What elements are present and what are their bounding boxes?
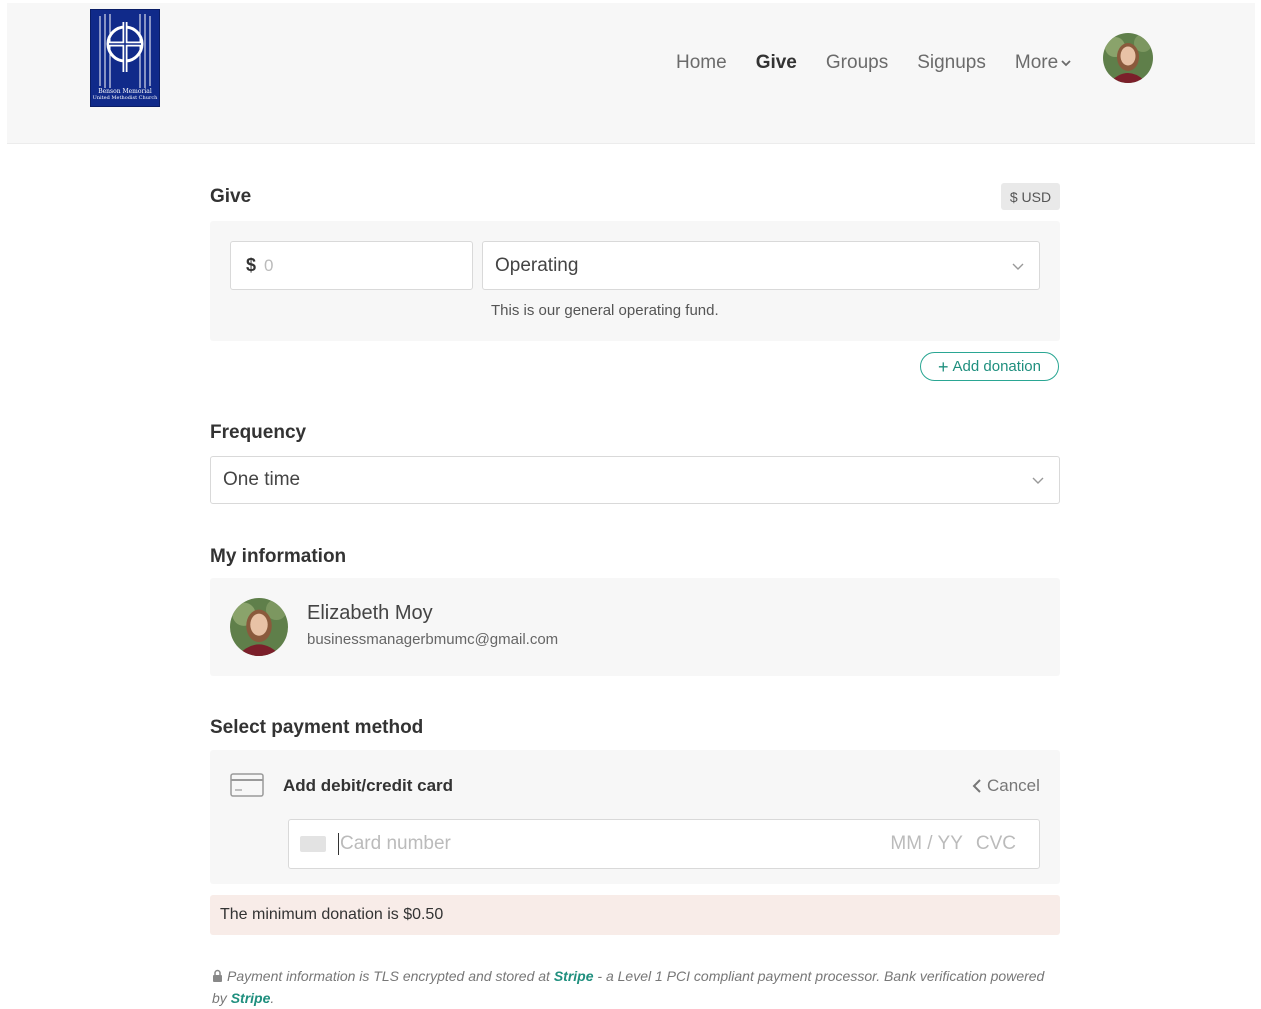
church-logo[interactable]: Benson Memorial United Methodist Church: [90, 9, 160, 107]
card-number-placeholder: Card number: [340, 833, 451, 854]
expiry-placeholder: MM / YY: [890, 833, 963, 854]
frequency-selected-value: One time: [223, 469, 301, 490]
currency-symbol: $: [246, 255, 257, 275]
nav-more[interactable]: More: [1015, 52, 1072, 74]
nav-groups[interactable]: Groups: [826, 52, 888, 74]
logo-name: Benson Memorial: [98, 88, 152, 95]
card-number-input[interactable]: Card number MM / YY CVC: [288, 819, 1040, 869]
nav-more-label: More: [1014, 52, 1059, 73]
security-note-text-3: .: [270, 990, 275, 1006]
frequency-select[interactable]: One time: [210, 456, 1060, 504]
cancel-button[interactable]: Cancel: [972, 776, 1040, 796]
chevron-left-icon: [972, 779, 981, 793]
nav-give[interactable]: Give: [756, 52, 797, 74]
stripe-link-1[interactable]: Stripe: [554, 968, 594, 984]
give-title: Give: [210, 186, 252, 207]
frequency-title: Frequency: [210, 422, 307, 443]
my-information-panel: [210, 578, 1060, 676]
security-note-text-1: Payment information is TLS encrypted and…: [227, 968, 554, 984]
nav-signups[interactable]: Signups: [917, 52, 986, 74]
my-information-title: My information: [210, 546, 347, 567]
cross-emblem-icon: [99, 14, 151, 88]
logo-subtitle: United Methodist Church: [92, 95, 158, 101]
cvc-placeholder: CVC: [975, 833, 1016, 854]
error-message: The minimum donation is $0.50: [220, 906, 444, 923]
payment-method-title: Select payment method: [210, 717, 424, 738]
amount-input[interactable]: $ 0: [230, 241, 473, 290]
chevron-down-icon: [1012, 263, 1024, 270]
logo-text: Benson Memorial United Methodist Church: [91, 88, 159, 102]
text-caret: [338, 833, 339, 855]
add-donation-label: Add donation: [952, 358, 1041, 375]
credit-card-icon: [230, 773, 264, 797]
minimum-donation-error: The minimum donation is $0.50: [210, 895, 1060, 935]
main-nav: Home Give Groups Signups More: [676, 49, 1072, 77]
chevron-down-icon: [1032, 477, 1044, 484]
cancel-label: Cancel: [987, 776, 1040, 795]
add-card-label: Add debit/credit card: [283, 776, 454, 795]
fund-select[interactable]: Operating: [482, 241, 1040, 290]
fund-description: This is our general operating fund.: [491, 302, 719, 319]
user-avatar-menu[interactable]: [1103, 33, 1153, 83]
user-avatar: [230, 598, 288, 656]
stripe-link-2[interactable]: Stripe: [231, 990, 271, 1006]
lock-icon: [213, 969, 222, 982]
security-note: Payment information is TLS encrypted and…: [212, 965, 1062, 1009]
plus-icon: +: [938, 356, 949, 377]
chevron-down-icon: [1061, 60, 1071, 67]
fund-selected-value: Operating: [495, 254, 579, 276]
avatar-photo-icon: [230, 598, 288, 656]
user-email: businessmanagerbmumc@gmail.com: [307, 631, 559, 648]
add-donation-button[interactable]: + Add donation: [920, 352, 1059, 381]
user-name: Elizabeth Moy: [307, 602, 433, 624]
avatar-photo-icon: [1103, 33, 1153, 83]
nav-home[interactable]: Home: [676, 52, 727, 74]
card-brand-icon: [300, 836, 326, 852]
site-header: Benson Memorial United Methodist Church …: [7, 3, 1255, 144]
currency-badge[interactable]: $ USD: [1001, 183, 1060, 210]
amount-placeholder: 0: [264, 255, 274, 275]
